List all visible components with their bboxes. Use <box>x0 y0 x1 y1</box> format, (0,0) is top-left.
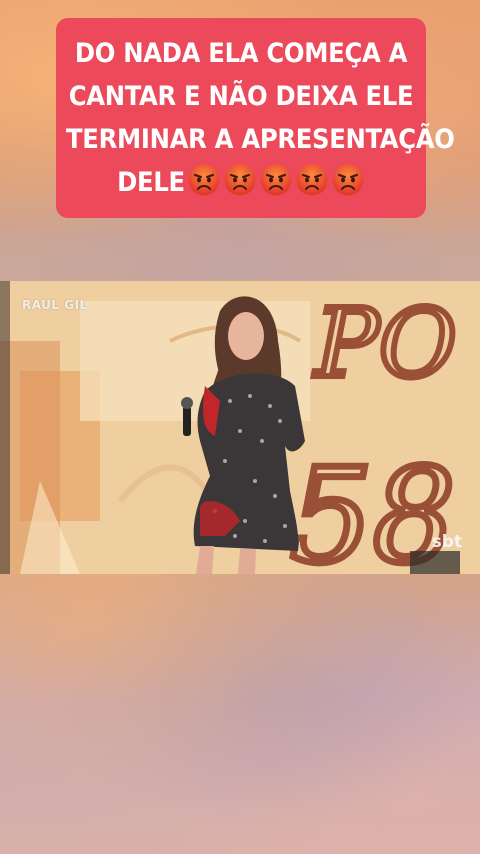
svg-text:PO: PO <box>313 289 457 399</box>
angry-face-icon <box>260 164 292 196</box>
angry-face-icon <box>224 164 256 196</box>
stage-light <box>410 551 460 574</box>
raul-gil-watermark: RAUL GIL <box>22 298 88 312</box>
caption-line-3: TERMINAR A APRESENTAÇÃO <box>66 124 455 155</box>
angry-face-icon <box>296 164 328 196</box>
caption-line-1: DO NADA ELA COMEÇA A <box>74 38 408 69</box>
caption-line-4: DELE <box>66 161 416 204</box>
sbt-logo-watermark: sbt <box>431 532 462 552</box>
caption-line-4-text: DELE <box>117 167 185 198</box>
angry-face-icon <box>188 164 220 196</box>
angry-face-icon <box>332 164 364 196</box>
caption-box: DO NADA ELA COMEÇA A CANTAR E NÃO DEIXA … <box>56 18 455 218</box>
video-scene: PO 58 <box>0 281 480 574</box>
video-frame[interactable]: PO 58 RAUL GIL sbt <box>0 281 480 574</box>
caption-line-2: CANTAR E NÃO DEIXA ELE <box>68 81 414 112</box>
blurred-background-bottom <box>0 574 480 854</box>
emoji-row <box>185 164 365 198</box>
